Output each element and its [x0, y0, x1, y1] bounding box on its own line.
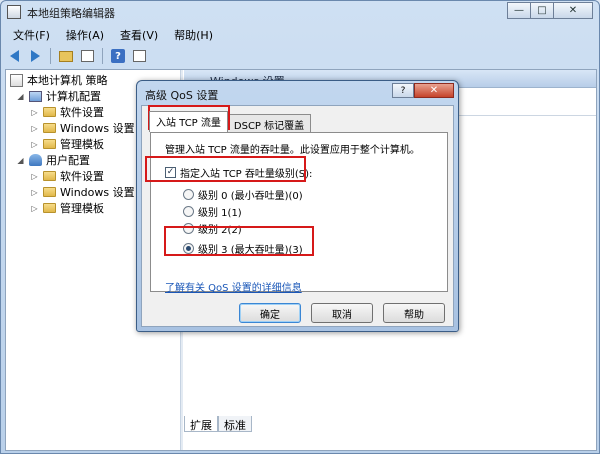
- tree-item-label: 计算机配置: [46, 90, 101, 103]
- view-tabs: 扩展 标准: [184, 414, 596, 432]
- computer-icon: [29, 90, 42, 102]
- tree-item-label: 软件设置: [60, 170, 104, 183]
- ok-button[interactable]: 确定: [239, 303, 301, 323]
- tree-item-user-software-settings[interactable]: ▷ 软件设置: [30, 168, 104, 184]
- tree-item-software-settings[interactable]: ▷ 软件设置: [30, 104, 104, 120]
- tab-inbound-tcp[interactable]: 入站 TCP 流量: [149, 111, 228, 132]
- properties-icon: [132, 50, 146, 62]
- throughput-level-checkbox[interactable]: ✓: [165, 167, 176, 178]
- radio-level-2[interactable]: 级别 2(2): [183, 221, 242, 236]
- tree-item-admin-templates[interactable]: ▷ 管理模板: [30, 136, 104, 152]
- window-controls: — □ ✕: [507, 2, 593, 19]
- cancel-button[interactable]: 取消: [311, 303, 373, 323]
- title-bar: 本地组策略编辑器 — □ ✕: [1, 1, 599, 23]
- expand-icon[interactable]: ▷: [30, 172, 39, 181]
- radio-level-0[interactable]: 级别 0 (最小吞吐量)(0): [183, 187, 303, 202]
- folder-icon: [43, 171, 56, 181]
- collapse-icon[interactable]: ◢: [16, 92, 25, 101]
- menu-help[interactable]: 帮助(H): [166, 25, 221, 43]
- tree-item-root[interactable]: 本地计算机 策略: [10, 72, 108, 88]
- tree-item-user-windows-settings[interactable]: ▷ Windows 设置: [30, 184, 135, 200]
- qos-help-link[interactable]: 了解有关 QoS 设置的详细信息: [165, 279, 302, 294]
- menu-file[interactable]: 文件(F): [5, 25, 58, 43]
- radio-button[interactable]: [183, 189, 194, 200]
- toolbar-separator: [102, 48, 103, 64]
- tree-item-label: 本地计算机 策略: [27, 74, 108, 87]
- folder-up-icon: [59, 50, 73, 62]
- dialog-title: 高级 QoS 设置: [145, 89, 219, 102]
- dialog-tab-strip: 入站 TCP 流量 DSCP 标记覆盖: [149, 111, 312, 132]
- advanced-qos-dialog: 高级 QoS 设置 ? ✕ 入站 TCP 流量 DSCP 标记覆盖 管理入站 T…: [136, 80, 459, 332]
- show-tree-button[interactable]: [78, 47, 96, 65]
- dialog-help-button[interactable]: ?: [392, 83, 414, 98]
- tree-item-label: 管理模板: [60, 138, 104, 151]
- up-button[interactable]: [57, 47, 75, 65]
- back-arrow-icon: [9, 50, 19, 62]
- close-button[interactable]: ✕: [553, 2, 593, 19]
- forward-button[interactable]: [26, 47, 44, 65]
- folder-icon: [43, 187, 56, 197]
- tree-item-label: 用户配置: [46, 154, 90, 167]
- dialog-button-row: 确定 取消 帮助: [239, 303, 445, 323]
- tab-standard[interactable]: 标准: [218, 416, 252, 432]
- menu-bar: 文件(F) 操作(A) 查看(V) 帮助(H): [5, 25, 221, 43]
- help-toolbar-button[interactable]: ?: [109, 47, 127, 65]
- expand-icon[interactable]: ▷: [30, 108, 39, 117]
- tree-item-user-config[interactable]: ◢ 用户配置: [16, 152, 90, 168]
- tab-extended[interactable]: 扩展: [184, 416, 218, 432]
- app-title: 本地组策略编辑器: [27, 7, 115, 20]
- radio-label: 级别 0 (最小吞吐量)(0): [198, 191, 303, 202]
- back-button[interactable]: [5, 47, 23, 65]
- dialog-body: 入站 TCP 流量 DSCP 标记覆盖 管理入站 TCP 流量的吞吐量。此设置应…: [141, 105, 454, 327]
- folder-icon: [43, 107, 56, 117]
- tab-panel-inbound-tcp: 管理入站 TCP 流量的吞吐量。此设置应用于整个计算机。 ✓ 指定入站 TCP …: [150, 132, 448, 294]
- tab-dscp-override[interactable]: DSCP 标记覆盖: [226, 114, 312, 132]
- tree-item-label: Windows 设置: [60, 186, 135, 199]
- minimize-button[interactable]: —: [507, 2, 531, 19]
- tree-item-windows-settings[interactable]: ▷ Windows 设置: [30, 120, 135, 136]
- radio-level-3[interactable]: 级别 3 (最大吞吐量)(3): [183, 241, 303, 256]
- maximize-button[interactable]: □: [530, 2, 554, 19]
- radio-level-1[interactable]: 级别 1(1): [183, 204, 242, 219]
- expand-icon[interactable]: ▷: [30, 124, 39, 133]
- tree-item-computer-config[interactable]: ◢ 计算机配置: [16, 88, 101, 104]
- tree-item-label: 管理模板: [60, 202, 104, 215]
- checkmark-icon: ✓: [166, 167, 175, 177]
- radio-button-selected[interactable]: [183, 243, 194, 254]
- radio-label: 级别 2(2): [198, 225, 242, 236]
- collapse-icon[interactable]: ◢: [16, 156, 25, 165]
- radio-label: 级别 3 (最大吞吐量)(3): [198, 245, 303, 256]
- app-icon: [7, 5, 21, 19]
- radio-button[interactable]: [183, 206, 194, 217]
- expand-icon[interactable]: ▷: [30, 140, 39, 149]
- toolbar: ?: [5, 45, 148, 67]
- dialog-close-button[interactable]: ✕: [414, 83, 454, 98]
- help-icon: ?: [111, 49, 125, 63]
- radio-button[interactable]: [183, 223, 194, 234]
- radio-selected-dot: [186, 246, 191, 251]
- expand-icon[interactable]: ▷: [30, 204, 39, 213]
- help-button[interactable]: 帮助: [383, 303, 445, 323]
- folder-icon: [43, 123, 56, 133]
- menu-action[interactable]: 操作(A): [58, 25, 112, 43]
- radio-label: 级别 1(1): [198, 208, 242, 219]
- forward-arrow-icon: [30, 50, 40, 62]
- menu-view[interactable]: 查看(V): [112, 25, 166, 43]
- expand-icon[interactable]: ▷: [30, 188, 39, 197]
- folder-icon: [43, 139, 56, 149]
- toolbar-separator: [50, 48, 51, 64]
- user-icon: [29, 154, 42, 166]
- tree-item-label: 软件设置: [60, 106, 104, 119]
- checkbox-label: 指定入站 TCP 吞吐量级别(S):: [180, 169, 313, 180]
- folder-icon: [43, 203, 56, 213]
- description-text: 管理入站 TCP 流量的吞吐量。此设置应用于整个计算机。: [165, 145, 420, 156]
- throughput-level-checkbox-row[interactable]: ✓ 指定入站 TCP 吞吐量级别(S):: [165, 165, 312, 180]
- properties-button[interactable]: [130, 47, 148, 65]
- show-hide-tree-icon: [80, 50, 94, 62]
- tree-item-label: Windows 设置: [60, 120, 135, 136]
- policy-icon: [10, 73, 23, 87]
- tree-item-user-admin-templates[interactable]: ▷ 管理模板: [30, 200, 104, 216]
